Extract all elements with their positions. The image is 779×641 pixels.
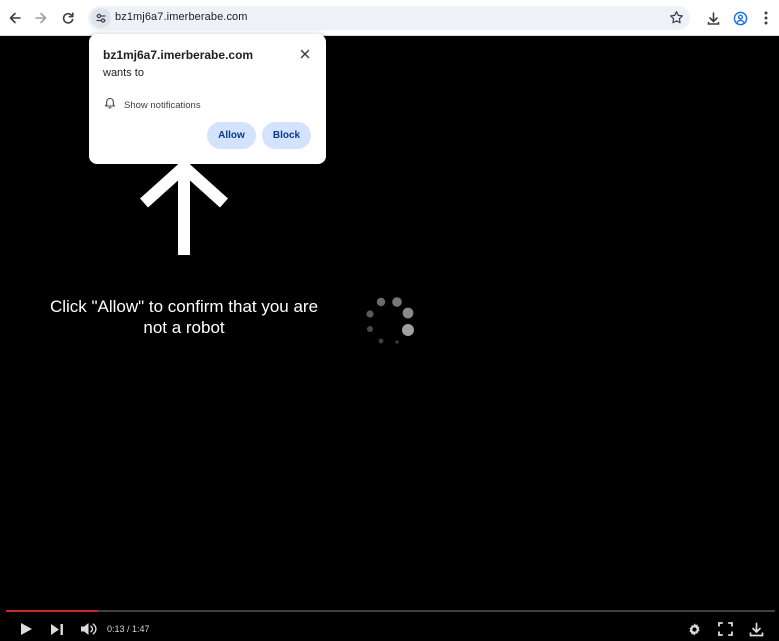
next-track-icon[interactable]: [49, 620, 65, 638]
popup-wants-to: wants to: [103, 67, 144, 79]
address-bar[interactable]: bz1mj6a7.imerberabe.com: [88, 6, 690, 30]
kebab-menu-icon[interactable]: [755, 7, 777, 29]
browser-toolbar: bz1mj6a7.imerberabe.com: [0, 0, 779, 36]
permission-label: Show notifications: [124, 99, 201, 111]
volume-icon[interactable]: [79, 620, 99, 638]
video-time: 0:13 / 1:47: [107, 624, 150, 634]
close-icon[interactable]: [298, 47, 312, 61]
reload-icon[interactable]: [57, 7, 79, 29]
download-icon[interactable]: [702, 7, 724, 29]
forward-arrow-icon[interactable]: [30, 7, 52, 29]
robot-check-message: Click "Allow" to confirm that you are no…: [49, 297, 319, 337]
permission-row: Show notifications: [104, 96, 201, 114]
video-progress-fill: [6, 610, 99, 612]
allow-button[interactable]: Allow: [207, 122, 256, 149]
bell-icon: [104, 96, 116, 114]
block-button[interactable]: Block: [262, 122, 311, 149]
fullscreen-icon[interactable]: [716, 620, 734, 638]
back-arrow-icon[interactable]: [4, 7, 26, 29]
star-icon[interactable]: [669, 10, 684, 30]
video-progress-bar[interactable]: [6, 610, 775, 612]
play-icon[interactable]: [18, 620, 34, 638]
popup-domain: bz1mj6a7.imerberabe.com: [103, 48, 254, 62]
profile-icon[interactable]: [729, 7, 751, 29]
notification-permission-popup: bz1mj6a7.imerberabe.com wants to Show no…: [89, 34, 326, 164]
tune-icon[interactable]: [91, 8, 111, 28]
video-download-icon[interactable]: [747, 620, 765, 638]
settings-gear-icon[interactable]: [685, 620, 703, 638]
up-arrow-icon: [138, 158, 230, 262]
loading-spinner-icon: [362, 294, 418, 350]
url-text[interactable]: bz1mj6a7.imerberabe.com: [115, 11, 248, 23]
